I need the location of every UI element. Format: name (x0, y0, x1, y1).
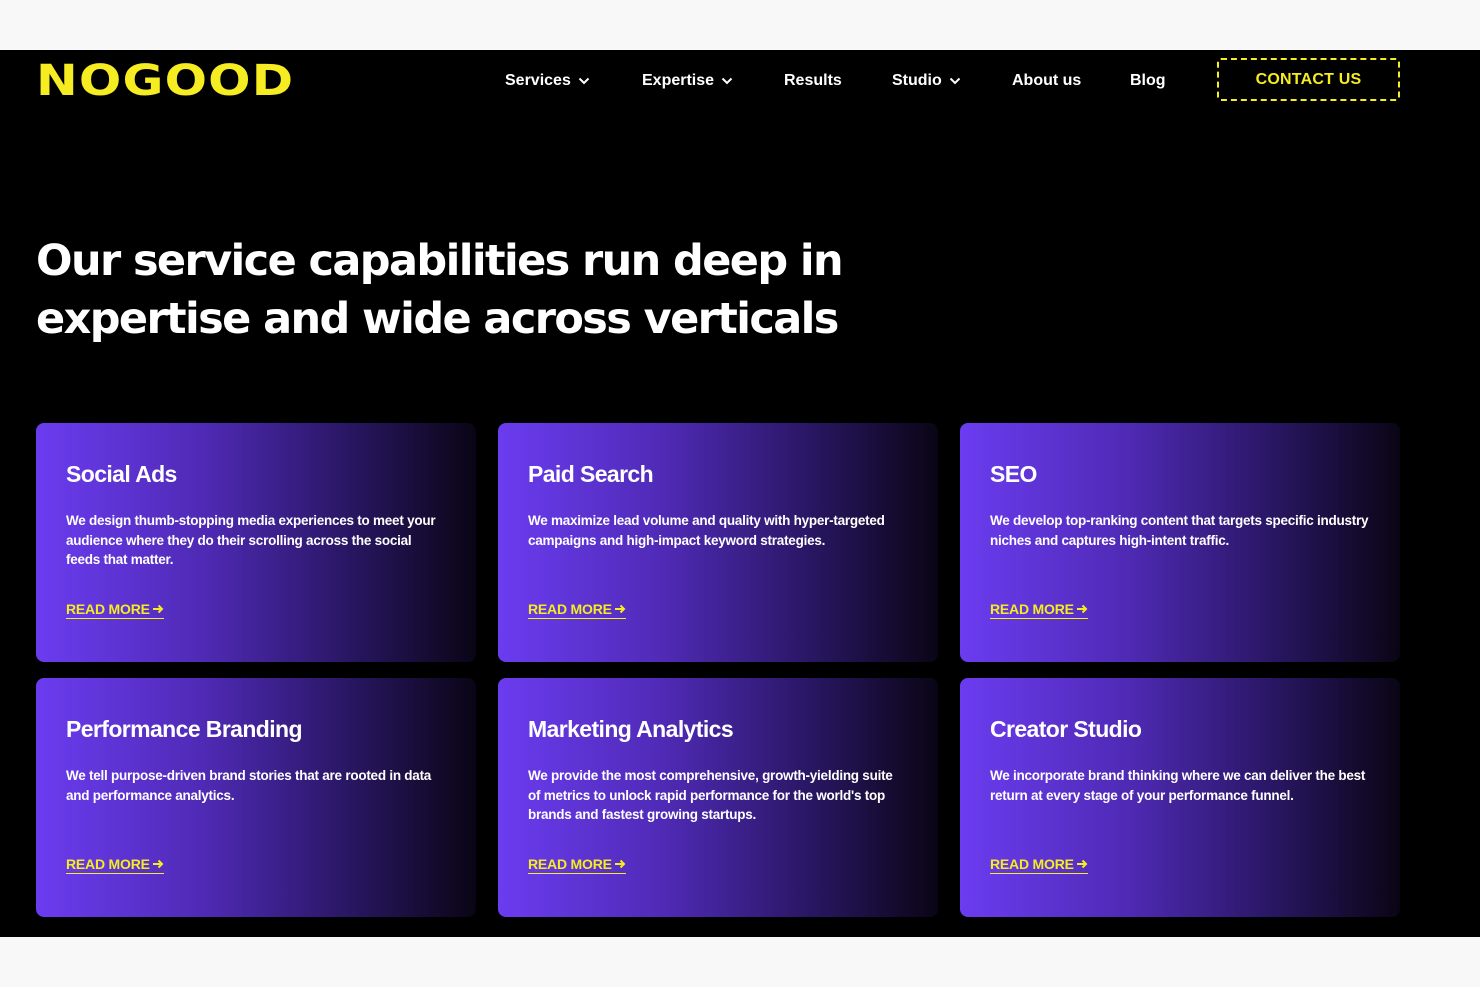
card-title: Paid Search (528, 461, 654, 487)
chevron-down-icon (721, 77, 733, 85)
arrow-right-icon (1076, 859, 1088, 869)
card-title: Marketing Analytics (528, 716, 734, 742)
nav-item-label: Services (505, 72, 571, 89)
read-more-label: READ MORE (990, 856, 1074, 872)
nav-item-services[interactable]: Services (505, 70, 590, 92)
read-more-link[interactable]: READ MORE (990, 601, 1088, 619)
card-description: We develop top-ranking content that targ… (990, 513, 1369, 548)
service-card-paid-search[interactable]: Paid Search We maximize lead volume and … (498, 423, 938, 662)
read-more-link[interactable]: READ MORE (990, 856, 1088, 874)
read-more-link[interactable]: READ MORE (66, 601, 164, 619)
card-title: Creator Studio (990, 716, 1142, 742)
nav-item-label: Studio (892, 72, 942, 89)
read-more-label: READ MORE (990, 601, 1074, 617)
headline-line-2: expertise and wide across verticals (36, 294, 839, 344)
nav-item-results[interactable]: Results (784, 70, 842, 92)
read-more-link[interactable]: READ MORE (66, 856, 164, 874)
arrow-right-icon (152, 859, 164, 869)
service-card-performance-branding[interactable]: Performance Branding We tell purpose-dri… (36, 678, 476, 917)
card-title: Performance Branding (66, 716, 303, 742)
nav-item-label: Blog (1130, 72, 1166, 89)
contact-us-button[interactable]: CONTACT US (1217, 58, 1400, 101)
logo[interactable]: NOGOOD (36, 60, 294, 103)
service-card-creator-studio[interactable]: Creator Studio We incorporate brand thin… (960, 678, 1400, 917)
card-description: We incorporate brand thinking where we c… (990, 768, 1366, 803)
nav-item-label: Results (784, 72, 842, 89)
card-title: Social Ads (66, 461, 177, 487)
arrow-right-icon (1076, 604, 1088, 614)
card-description: We maximize lead volume and quality with… (528, 513, 885, 548)
read-more-link[interactable]: READ MORE (528, 601, 626, 619)
read-more-label: READ MORE (66, 601, 150, 617)
service-card-marketing-analytics[interactable]: Marketing Analytics We provide the most … (498, 678, 938, 917)
nav-item-about-us[interactable]: About us (1012, 70, 1081, 92)
read-more-label: READ MORE (528, 856, 612, 872)
service-card-social-ads[interactable]: Social Ads We design thumb-stopping medi… (36, 423, 476, 662)
arrow-right-icon (614, 604, 626, 614)
service-card-seo[interactable]: SEO We develop top-ranking content that … (960, 423, 1400, 662)
headline-line-1: Our service capabilities run deep in (36, 236, 844, 286)
read-more-label: READ MORE (66, 856, 150, 872)
card-title: SEO (990, 461, 1037, 487)
card-description: We tell purpose-driven brand stories tha… (66, 768, 432, 803)
page-headline: Our service capabilities run deep in exp… (36, 232, 1036, 348)
nav-item-studio[interactable]: Studio (892, 70, 961, 92)
read-more-link[interactable]: READ MORE (528, 856, 626, 874)
page-frame: NOGOOD Services Expertise Results Studio… (0, 50, 1480, 937)
arrow-right-icon (152, 604, 164, 614)
nav-item-blog[interactable]: Blog (1130, 70, 1166, 92)
card-description: We design thumb-stopping media experienc… (66, 513, 436, 567)
arrow-right-icon (614, 859, 626, 869)
nav-item-expertise[interactable]: Expertise (642, 70, 733, 92)
read-more-label: READ MORE (528, 601, 612, 617)
chevron-down-icon (578, 77, 590, 85)
card-description: We provide the most comprehensive, growt… (528, 768, 893, 822)
nav-item-label: About us (1012, 72, 1082, 89)
nav-item-label: Expertise (642, 72, 715, 89)
chevron-down-icon (949, 77, 960, 85)
